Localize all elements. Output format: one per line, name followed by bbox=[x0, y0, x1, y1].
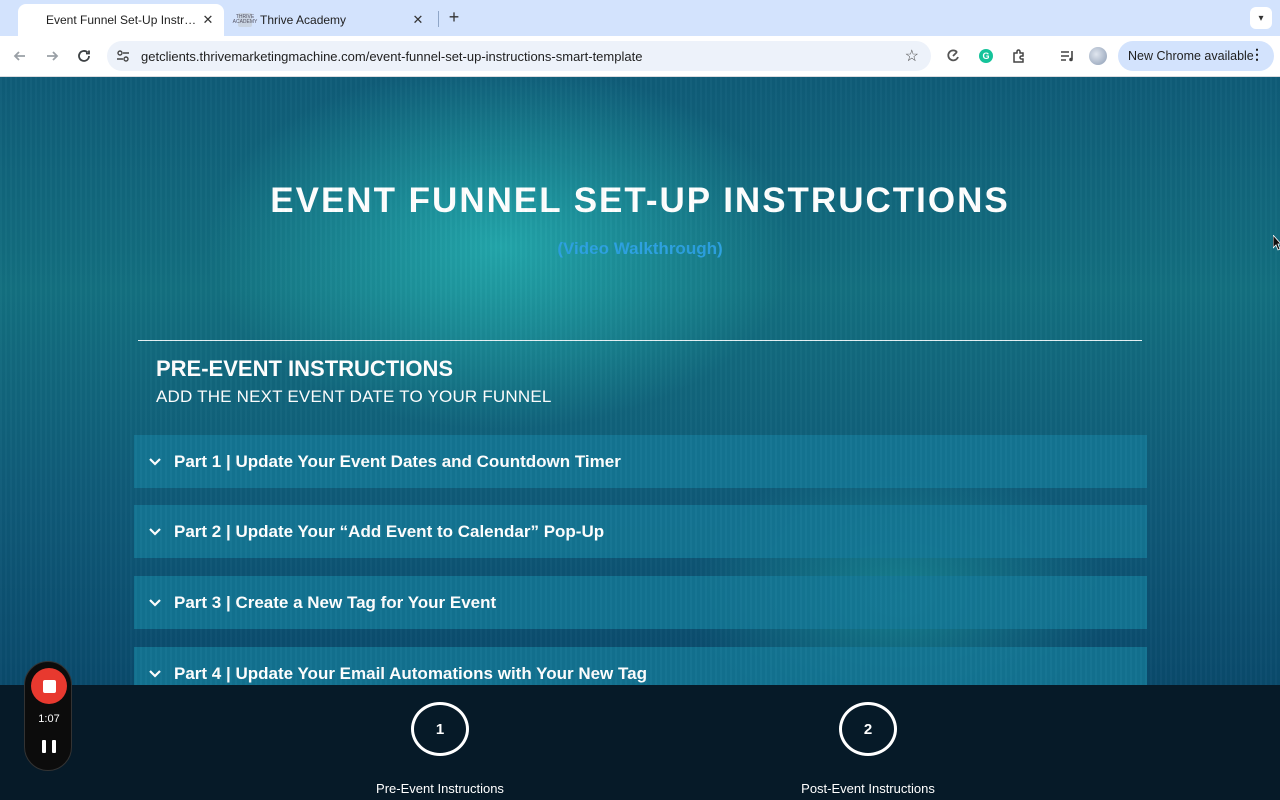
forward-icon[interactable] bbox=[40, 44, 64, 68]
profile-avatar-icon[interactable] bbox=[1089, 47, 1107, 65]
stop-recording-button[interactable] bbox=[31, 668, 67, 704]
tab-search-icon[interactable]: ▾ bbox=[1250, 7, 1272, 29]
close-tab-icon[interactable]: ✕ bbox=[200, 12, 216, 28]
tab-strip: Event Funnel Set-Up Instructi ✕ THRIVE A… bbox=[0, 0, 1280, 36]
mouse-cursor-icon bbox=[1273, 235, 1280, 251]
browser-toolbar: getclients.thrivemarketingmachine.com/ev… bbox=[0, 36, 1280, 77]
chevron-down-icon bbox=[148, 455, 162, 469]
new-chrome-available-button[interactable]: New Chrome available ⋮ bbox=[1118, 41, 1274, 71]
accordion-label: Part 3 | Create a New Tag for Your Event bbox=[174, 592, 497, 612]
media-queue-icon[interactable] bbox=[1056, 45, 1078, 67]
tab-title: Thrive Academy bbox=[260, 13, 347, 27]
close-tab-icon[interactable]: ✕ bbox=[410, 12, 426, 28]
address-bar[interactable]: getclients.thrivemarketingmachine.com/ev… bbox=[107, 41, 931, 71]
section-subheading: ADD THE NEXT EVENT DATE TO YOUR FUNNEL bbox=[156, 387, 552, 406]
bookmark-star-icon[interactable]: ☆ bbox=[905, 46, 919, 66]
chrome-update-label: New Chrome available bbox=[1128, 49, 1254, 63]
section-heading: PRE-EVENT INSTRUCTIONS bbox=[156, 356, 454, 381]
grammarly-icon[interactable]: G bbox=[979, 49, 993, 63]
accordion-label: Part 1 | Update Your Event Dates and Cou… bbox=[174, 451, 621, 471]
page-title: EVENT FUNNEL SET-UP INSTRUCTIONS bbox=[270, 181, 1010, 220]
thrive-academy-favicon-icon: THRIVE ACADEMY bbox=[232, 13, 258, 27]
new-tab-button[interactable]: + bbox=[444, 8, 464, 28]
accordion-item-part-4[interactable]: Part 4 | Update Your Email Automations w… bbox=[134, 647, 1147, 685]
chevron-down-icon bbox=[148, 596, 162, 610]
tab-separator bbox=[438, 11, 439, 27]
step-label: Post-Event Instructions bbox=[801, 781, 935, 796]
section-divider bbox=[138, 340, 1142, 341]
tab-event-funnel[interactable]: Event Funnel Set-Up Instructi ✕ bbox=[18, 4, 224, 36]
step-label: Pre-Event Instructions bbox=[376, 781, 504, 796]
recording-timer: 1:07 bbox=[38, 713, 60, 725]
accordion-label: Part 4 | Update Your Email Automations w… bbox=[174, 663, 647, 683]
step-pre-event[interactable]: 1 Pre-Event Instructions bbox=[340, 702, 540, 796]
step-post-event[interactable]: 2 Post-Event Instructions bbox=[768, 702, 968, 796]
step-number-circle: 2 bbox=[839, 702, 897, 756]
page-content: EVENT FUNNEL SET-UP INSTRUCTIONS (Video … bbox=[0, 77, 1280, 685]
tab-thrive-academy[interactable]: THRIVE ACADEMY Thrive Academy ✕ bbox=[228, 4, 434, 36]
reload-icon[interactable] bbox=[72, 44, 96, 68]
chevron-down-icon bbox=[148, 667, 162, 681]
accordion-label: Part 2 | Update Your “Add Event to Calen… bbox=[174, 521, 605, 541]
accordion-item-part-3[interactable]: Part 3 | Create a New Tag for Your Event bbox=[134, 576, 1147, 629]
tab-title: Event Funnel Set-Up Instructi bbox=[46, 13, 200, 27]
kebab-menu-icon[interactable]: ⋮ bbox=[1250, 46, 1264, 63]
stop-icon bbox=[42, 679, 56, 693]
accordion-item-part-2[interactable]: Part 2 | Update Your “Add Event to Calen… bbox=[134, 505, 1147, 558]
video-walkthrough-link[interactable]: (Video Walkthrough) bbox=[0, 239, 1280, 259]
extensions-puzzle-icon[interactable] bbox=[1008, 45, 1030, 67]
step-number-circle: 1 bbox=[411, 702, 469, 756]
accordion-item-part-1[interactable]: Part 1 | Update Your Event Dates and Cou… bbox=[134, 435, 1147, 488]
site-info-icon[interactable] bbox=[115, 48, 131, 64]
url-text: getclients.thrivemarketingmachine.com/ev… bbox=[141, 48, 643, 64]
back-icon[interactable] bbox=[8, 44, 32, 68]
screen-recorder-widget: 1:07 bbox=[24, 661, 72, 771]
pause-recording-icon[interactable] bbox=[42, 740, 56, 754]
steps-bar: 1 Pre-Event Instructions 2 Post-Event In… bbox=[0, 685, 1280, 800]
extension-refresh-icon[interactable] bbox=[942, 45, 964, 67]
chevron-down-icon bbox=[148, 525, 162, 539]
